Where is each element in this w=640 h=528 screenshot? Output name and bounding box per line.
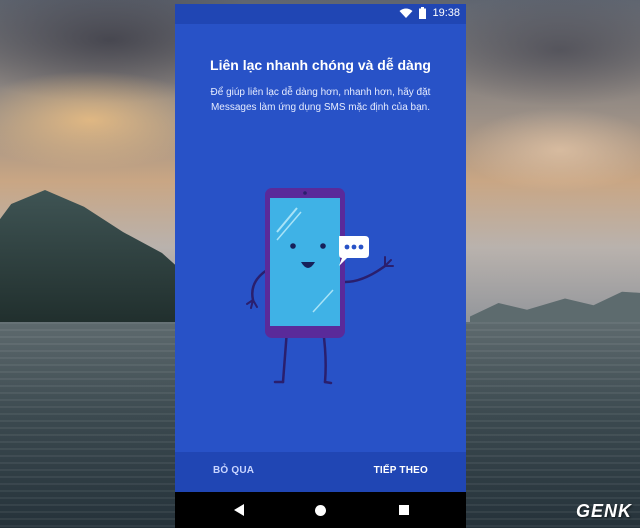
recent-square-icon	[399, 505, 409, 515]
battery-icon	[419, 7, 427, 19]
status-bar: 19:38	[175, 4, 466, 24]
footer-bar: BỎ QUA TIẾP THEO	[175, 452, 466, 492]
home-button[interactable]	[311, 501, 329, 519]
back-button[interactable]	[230, 501, 248, 519]
waving-phone-character-icon	[246, 188, 394, 385]
next-button[interactable]: TIẾP THEO	[374, 465, 428, 476]
navigation-bar	[175, 492, 466, 528]
watermark-logo: GENK	[575, 501, 632, 521]
skip-button[interactable]: BỎ QUA	[213, 465, 254, 476]
description-text: Để giúp liên lạc dễ dàng hơn, nhanh hơn,…	[210, 87, 431, 113]
page-title: Liên lạc nhanh chóng và dễ dàng	[210, 57, 431, 73]
wifi-icon	[399, 8, 413, 18]
home-circle-icon	[314, 504, 326, 516]
clock: 19:38	[432, 7, 460, 19]
phone-screen: 19:38 Liên lạc nhanh chóng và dễ dàng Để…	[175, 4, 466, 528]
back-triangle-icon	[234, 504, 244, 516]
status-icons: 19:38	[399, 7, 460, 19]
recent-apps-button[interactable]	[395, 501, 413, 519]
